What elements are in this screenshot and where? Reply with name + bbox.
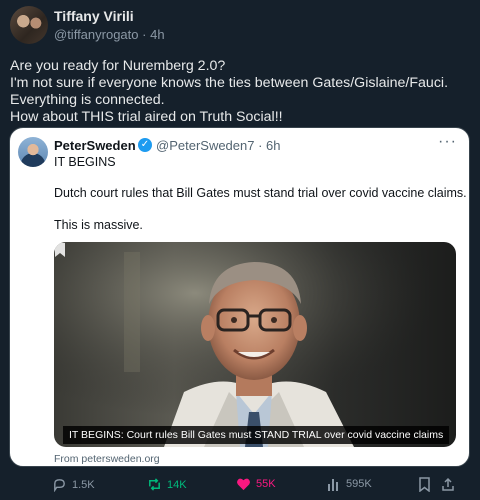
views-count: 595K [346,478,372,490]
repost-button[interactable]: 14K [147,477,187,492]
author-avatar[interactable] [10,6,48,44]
more-options-icon[interactable]: ··· [438,133,457,151]
quoted-text-line: IT BEGINS [54,155,116,169]
link-card-image[interactable]: IT BEGINS: Court rules Bill Gates must S… [54,242,456,447]
author-handle[interactable]: @tiffanyrogato [54,27,139,42]
media-bookmark-icon [55,243,65,257]
quoted-text-line: This is massive. [54,218,143,232]
quoted-post[interactable]: PeterSweden ✓ @PeterSweden7 · 6h ··· IT … [9,127,470,467]
post-line: Everything is connected. [10,92,165,108]
quoted-text-line: Dutch court rules that Bill Gates must s… [54,186,467,200]
heart-icon [237,478,250,491]
like-button[interactable]: 55K [236,477,276,491]
repost-icon [149,478,160,491]
post-time[interactable]: 4h [150,27,164,42]
reply-button[interactable]: 1.5K [52,477,95,492]
action-bar: 1.5K 14K 55K 595K [0,474,480,498]
views-button[interactable]: 595K [327,477,372,491]
author-meta: @tiffanyrogato · 4h [54,27,165,42]
portrait-image [54,242,456,447]
post-line: Are you ready for Nuremberg 2.0? [10,58,226,74]
post-line: I'm not sure if everyone knows the ties … [10,75,449,91]
verified-badge-icon: ✓ [138,138,152,152]
analytics-icon [328,479,338,491]
like-count: 55K [256,478,276,490]
share-button[interactable] [441,477,455,492]
post-text: Are you ready for Nuremberg 2.0? I'm not… [10,58,470,126]
author-name[interactable]: Tiffany Virili [54,8,134,24]
link-source[interactable]: From petersweden.org [54,453,160,465]
reply-count: 1.5K [72,478,95,491]
quoted-avatar[interactable] [18,137,48,167]
quoted-author-name[interactable]: PeterSweden [54,138,136,153]
reply-icon [54,479,65,492]
share-icon [442,477,454,491]
media-caption: IT BEGINS: Court rules Bill Gates must S… [63,426,450,444]
repost-count: 14K [167,478,187,491]
bookmark-button[interactable] [418,477,431,492]
post: Tiffany Virili @tiffanyrogato · 4h Are y… [0,0,480,500]
meta-separator: · [142,27,147,42]
bookmark-icon [419,477,430,492]
post-line: How about THIS trial aired on Truth Soci… [10,109,283,125]
quoted-handle[interactable]: @PeterSweden7 · 6h [156,138,281,153]
